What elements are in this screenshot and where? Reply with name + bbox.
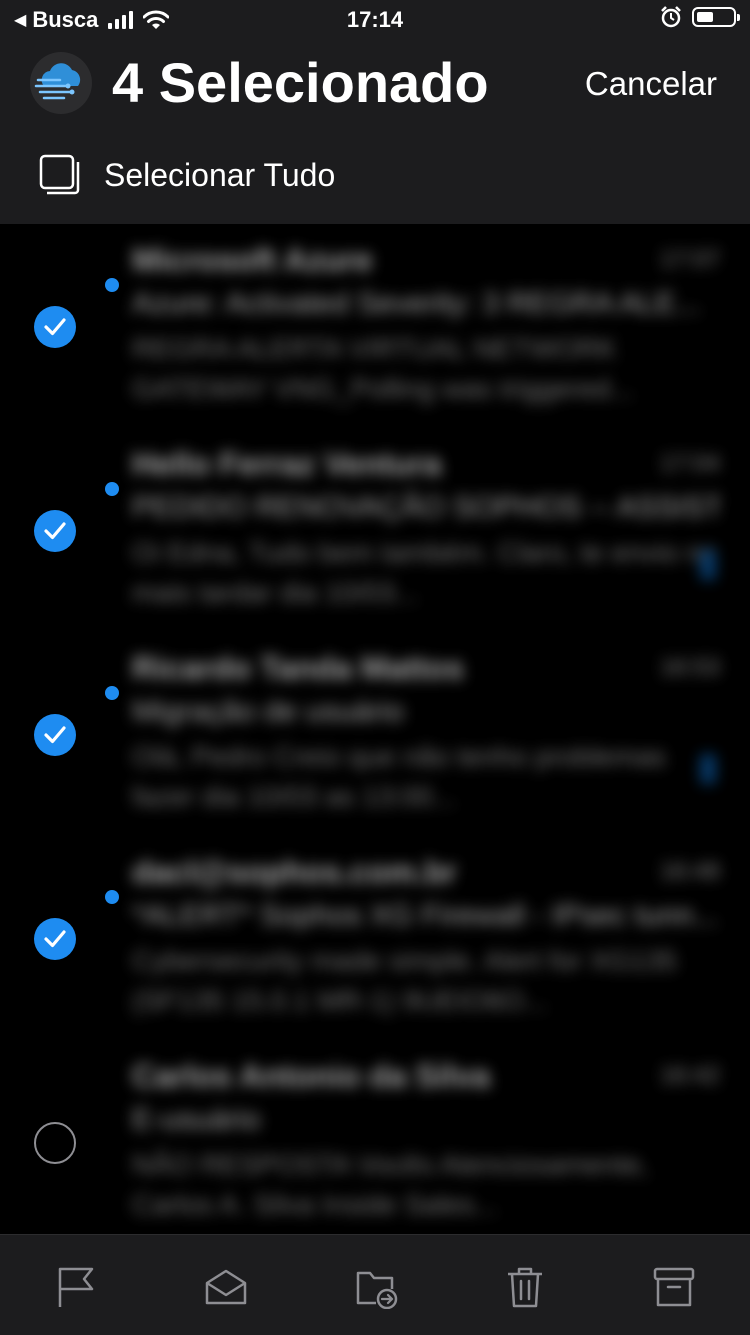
email-subject: PEDIDO RENOVAÇÃO SOPHOS -- ASSISTE... — [132, 491, 720, 524]
email-row[interactable]: Hello Ferraz Ventura 17:04 PEDIDO RENOVA… — [0, 428, 750, 632]
selection-checkbox[interactable] — [34, 1122, 76, 1164]
email-subject: Migração de usuário — [132, 695, 404, 728]
checkmark-icon — [44, 318, 66, 336]
email-row[interactable]: Carlos Antonio da Silva 16:42 E-usuário … — [0, 1040, 750, 1244]
page-title: 4 Selecionado — [112, 51, 489, 114]
email-sender: dacl@sophos.com.br — [132, 854, 457, 890]
unread-dot — [105, 890, 119, 904]
flag-marker — [700, 754, 716, 784]
selection-header: 4 Selecionado Cancelar Selecionar Tudo — [0, 40, 750, 224]
mark-read-icon[interactable] — [204, 1265, 248, 1309]
email-sender: Ricardo Tanda Mattos — [132, 650, 464, 686]
bottom-toolbar — [0, 1234, 750, 1335]
clock: 17:14 — [346, 7, 404, 32]
email-time: 17:04 — [659, 450, 720, 477]
email-time: 16:48 — [659, 858, 720, 885]
checkmark-icon — [44, 726, 66, 744]
flag-icon[interactable] — [54, 1265, 98, 1309]
email-sender: Microsoft Azure — [132, 242, 373, 278]
email-content-blurred: Ricardo Tanda Mattos 16:53 Migração de u… — [132, 650, 720, 836]
email-row[interactable]: Ricardo Tanda Mattos 16:53 Migração de u… — [0, 632, 750, 836]
cloud-logo-icon — [34, 63, 81, 100]
email-content-blurred: Microsoft Azure 17:07 Azure: Activated S… — [132, 242, 720, 428]
email-preview: REGRA ALERTA VIRTUAL NETWORK GATEWAY VNG… — [132, 333, 634, 404]
battery-icon — [692, 7, 740, 27]
trash-icon[interactable] — [503, 1265, 547, 1309]
email-content-blurred: Hello Ferraz Ventura 17:04 PEDIDO RENOVA… — [132, 446, 720, 632]
checkmark-icon — [44, 930, 66, 948]
email-row[interactable]: Microsoft Azure 17:07 Azure: Activated S… — [0, 224, 750, 428]
alarm-icon — [661, 6, 681, 28]
selection-checkbox[interactable] — [34, 510, 76, 552]
email-content-blurred: dacl@sophos.com.br 16:48 *ALERT* Sophos … — [132, 854, 720, 1040]
email-preview: Olá, Pedro Creio que não tenho problemas… — [132, 741, 666, 812]
email-subject: E-usuário — [132, 1103, 261, 1136]
status-bar: ◀ Busca 17:14 — [0, 0, 750, 40]
email-preview: Cybersecurity made simple. Alert for XG1… — [132, 945, 677, 1016]
archive-icon[interactable] — [652, 1265, 696, 1309]
select-all-icon — [39, 154, 80, 195]
select-all-label: Selecionar Tudo — [104, 156, 336, 193]
account-avatar[interactable] — [30, 52, 92, 114]
unread-dot — [105, 686, 119, 700]
flag-marker — [700, 550, 716, 580]
email-sender: Hello Ferraz Ventura — [132, 446, 442, 482]
select-all-button[interactable]: Selecionar Tudo — [38, 152, 335, 198]
email-preview: Oi Edna, Tudo bem também. Claro, te envi… — [132, 537, 718, 608]
selection-checkbox[interactable] — [34, 918, 76, 960]
email-row[interactable]: dacl@sophos.com.br 16:48 *ALERT* Sophos … — [0, 836, 750, 1040]
move-folder-icon[interactable] — [354, 1265, 398, 1309]
email-time: 17:07 — [659, 246, 720, 273]
email-content-blurred: Carlos Antonio da Silva 16:42 E-usuário … — [132, 1058, 720, 1244]
email-subject: Azure: Activated Severity: 3 REGRA ALE..… — [132, 287, 701, 320]
unread-dot — [105, 278, 119, 292]
email-subject: *ALERT* Sophos XG Firewall - IPsec tunn.… — [132, 899, 719, 932]
email-list: Microsoft Azure 17:07 Azure: Activated S… — [0, 224, 750, 1234]
selection-checkbox[interactable] — [34, 714, 76, 756]
checkmark-icon — [44, 522, 66, 540]
email-time: 16:42 — [659, 1062, 720, 1089]
cancel-button[interactable]: Cancelar — [585, 64, 717, 104]
email-time: 16:53 — [659, 654, 720, 681]
email-preview: NÃO RESPOSTA Vocês Atenciosamente, Carlo… — [132, 1149, 649, 1220]
email-sender: Carlos Antonio da Silva — [132, 1058, 490, 1094]
selection-checkbox[interactable] — [34, 306, 76, 348]
unread-dot — [105, 482, 119, 496]
